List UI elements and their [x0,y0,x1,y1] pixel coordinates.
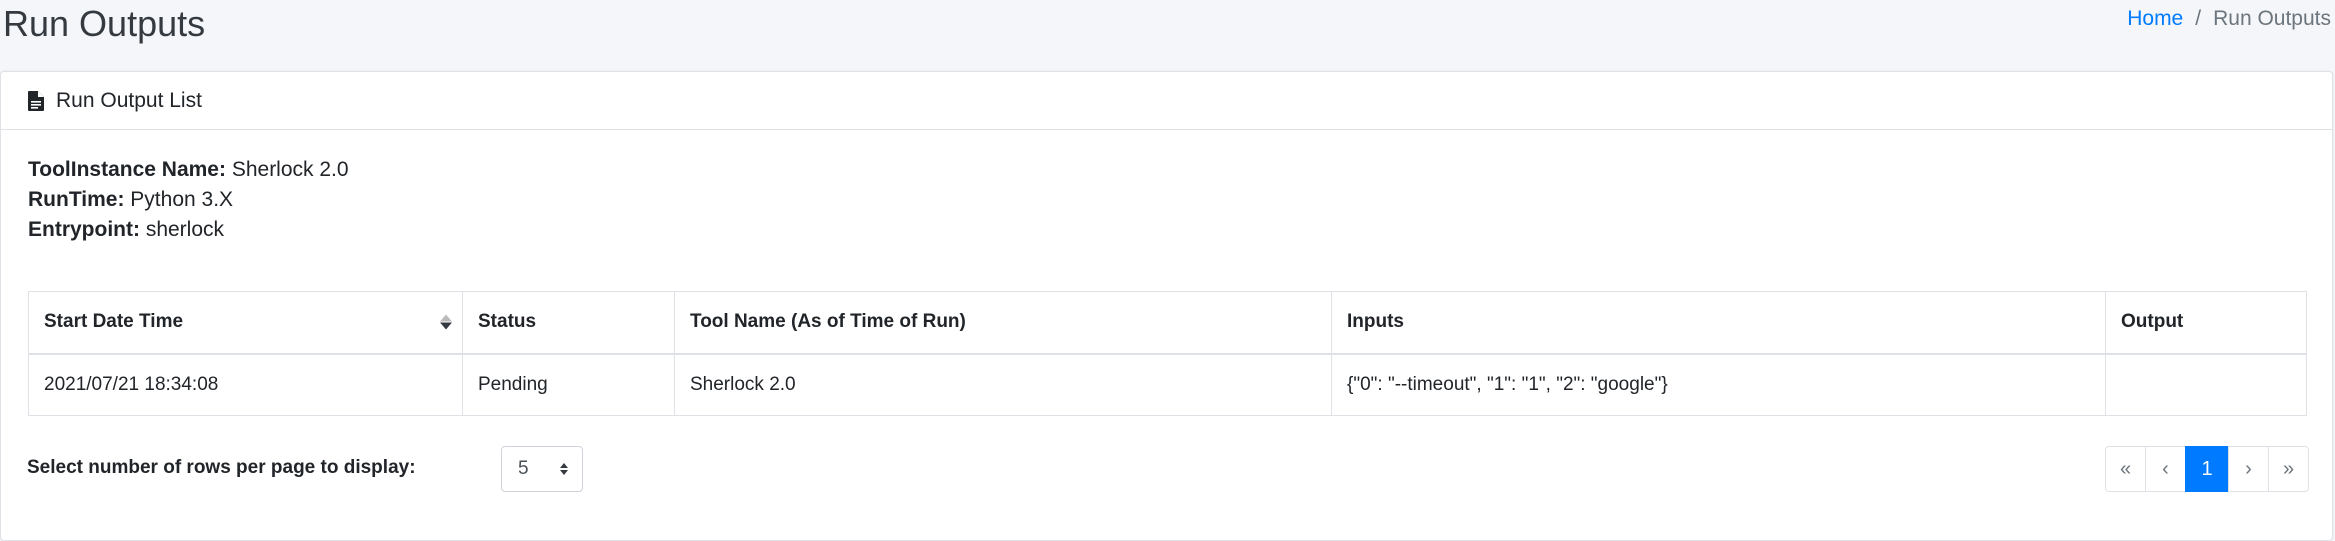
entrypoint-row: Entrypoint: sherlock [28,215,349,245]
rows-per-page-value: 5 [518,458,529,479]
sort-icon[interactable] [440,314,452,330]
pagination-last[interactable]: » [2268,446,2309,492]
runtime-label: RunTime: [28,188,125,211]
card-header: Run Output List [1,72,2332,130]
column-header-tool-name: Tool Name (As of Time of Run) [674,291,1332,355]
column-header-status: Status [462,291,675,355]
pagination-next[interactable]: › [2228,446,2269,492]
cell-inputs: {"0": "--timeout", "1": "1", "2": "googl… [1331,353,2106,416]
pagination-prev[interactable]: ‹ [2145,446,2186,492]
table-header-row: Start Date Time Status Tool Name (As of … [28,291,2307,355]
tool-info: ToolInstance Name: Sherlock 2.0 RunTime:… [28,155,349,245]
rows-per-page-label: Select number of rows per page to displa… [27,457,416,478]
column-header-label: Status [478,311,537,333]
run-output-table: Start Date Time Status Tool Name (As of … [28,291,2307,416]
entrypoint-label: Entrypoint: [28,218,140,241]
cell-tool-name: Sherlock 2.0 [674,353,1332,416]
column-header-inputs: Inputs [1331,291,2106,355]
card-title: Run Output List [56,88,202,112]
runtime-value: Python 3.X [130,188,234,211]
cell-start-date-time: 2021/07/21 18:34:08 [28,353,463,416]
page-header: Run Outputs Home / Run Outputs [0,0,2335,70]
tool-instance-label: ToolInstance Name: [28,158,226,181]
column-header-start-date-time[interactable]: Start Date Time [28,291,463,355]
file-icon [28,90,44,111]
column-header-label: Output [2121,311,2184,333]
pagination: « ‹ 1 › » [2105,446,2309,492]
cell-status: Pending [462,353,675,416]
breadcrumb-home-link[interactable]: Home [2127,6,2183,32]
pagination-first[interactable]: « [2105,446,2146,492]
column-header-output: Output [2105,291,2307,355]
table-row: 2021/07/21 18:34:08 Pending Sherlock 2.0… [28,353,2307,416]
column-header-label: Inputs [1347,311,1404,333]
tool-instance-value: Sherlock 2.0 [231,158,349,181]
cell-output [2105,353,2307,416]
column-header-label: Tool Name (As of Time of Run) [690,311,966,333]
breadcrumb: Home / Run Outputs [2127,6,2331,32]
column-header-label: Start Date Time [44,311,184,333]
breadcrumb-separator: / [2195,7,2202,30]
tool-instance-row: ToolInstance Name: Sherlock 2.0 [28,155,349,185]
select-caret-icon [560,463,568,475]
entrypoint-value: sherlock [145,218,225,241]
page-title: Run Outputs [3,3,206,44]
runtime-row: RunTime: Python 3.X [28,185,349,215]
rows-per-page-select[interactable]: 5 [501,446,583,492]
pagination-page-1[interactable]: 1 [2185,446,2229,492]
breadcrumb-current: Run Outputs [2213,7,2331,30]
